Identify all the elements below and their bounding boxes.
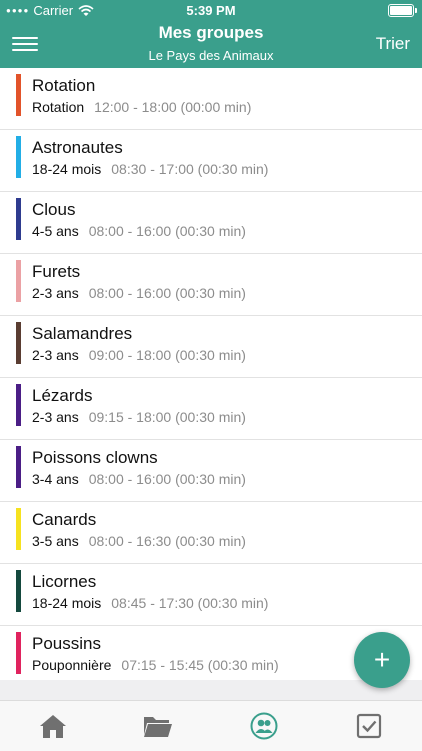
group-age: 2-3 ans — [32, 347, 79, 363]
group-details: Pouponnière 07:15 - 15:45 (00:30 min) — [32, 657, 279, 673]
group-row[interactable]: Licornes 18-24 mois 08:45 - 17:30 (00:30 m… — [0, 564, 422, 626]
group-age: 18-24 mois — [32, 595, 101, 611]
group-name: Poissons clowns — [32, 448, 158, 468]
group-schedule: 08:00 - 16:30 (00:30 min) — [89, 533, 246, 549]
group-schedule: 08:00 - 16:00 (00:30 min) — [89, 223, 246, 239]
group-age: 18-24 mois — [32, 161, 101, 177]
group-schedule: 07:15 - 15:45 (00:30 min) — [121, 657, 278, 673]
group-details: 2-3 ans 08:00 - 16:00 (00:30 min) — [32, 285, 246, 301]
list-footer-spacer — [0, 680, 422, 700]
tab-home[interactable] — [0, 701, 106, 751]
group-color-bar — [16, 446, 21, 488]
group-row[interactable]: Salamandres 2-3 ans 09:00 - 18:00 (00:30 m… — [0, 316, 422, 378]
group-schedule: 12:00 - 18:00 (00:00 min) — [94, 99, 251, 115]
group-schedule: 09:00 - 18:00 (00:30 min) — [89, 347, 246, 363]
group-name: Canards — [32, 510, 96, 530]
group-color-bar — [16, 260, 21, 302]
group-age: 3-5 ans — [32, 533, 79, 549]
group-details: 2-3 ans 09:00 - 18:00 (00:30 min) — [32, 347, 246, 363]
page-title: Mes groupes — [0, 23, 422, 43]
group-schedule: 08:45 - 17:30 (00:30 min) — [111, 595, 268, 611]
group-schedule: 08:00 - 16:00 (00:30 min) — [89, 285, 246, 301]
group-age: 2-3 ans — [32, 409, 79, 425]
group-color-bar — [16, 384, 21, 426]
group-color-bar — [16, 74, 21, 116]
group-color-bar — [16, 570, 21, 612]
add-group-button[interactable]: + — [354, 632, 410, 688]
group-age: Pouponnière — [32, 657, 111, 673]
group-row[interactable]: Clous 4-5 ans 08:00 - 16:00 (00:30 min) — [0, 192, 422, 254]
group-name: Salamandres — [32, 324, 132, 344]
group-details: 4-5 ans 08:00 - 16:00 (00:30 min) — [32, 223, 246, 239]
group-schedule: 09:15 - 18:00 (00:30 min) — [89, 409, 246, 425]
group-age: 3-4 ans — [32, 471, 79, 487]
group-name: Astronautes — [32, 138, 123, 158]
group-color-bar — [16, 508, 21, 550]
group-row[interactable]: Lézards 2-3 ans 09:15 - 18:00 (00:30 min) — [0, 378, 422, 440]
group-color-bar — [16, 198, 21, 240]
group-schedule: 08:30 - 17:00 (00:30 min) — [111, 161, 268, 177]
status-time: 5:39 PM — [0, 3, 422, 18]
group-details: 3-5 ans 08:00 - 16:30 (00:30 min) — [32, 533, 246, 549]
tab-groups[interactable] — [211, 701, 317, 751]
group-color-bar — [16, 322, 21, 364]
group-name: Clous — [32, 200, 75, 220]
tab-bar — [0, 700, 422, 751]
checkbox-icon — [356, 713, 382, 739]
tab-documents[interactable] — [106, 701, 212, 751]
group-name: Lézards — [32, 386, 92, 406]
page-subtitle: Le Pays des Animaux — [0, 48, 422, 63]
app-header: ●●●● Carrier 5:39 PM Mes groupes Le Pays… — [0, 0, 422, 68]
group-name: Furets — [32, 262, 80, 282]
sort-button[interactable]: Trier — [376, 34, 410, 54]
group-row[interactable]: Rotation Rotation 12:00 - 18:00 (00:00 min… — [0, 68, 422, 130]
group-age: 2-3 ans — [32, 285, 79, 301]
group-row[interactable]: Poissons clowns 3-4 ans 08:00 - 16:00 (00:… — [0, 440, 422, 502]
group-name: Licornes — [32, 572, 96, 592]
group-color-bar — [16, 632, 21, 674]
group-name: Rotation — [32, 76, 95, 96]
tab-tasks[interactable] — [317, 701, 422, 751]
home-icon — [39, 713, 67, 739]
group-list: Rotation Rotation 12:00 - 18:00 (00:00 min… — [0, 68, 422, 688]
group-name: Poussins — [32, 634, 101, 654]
group-age: Rotation — [32, 99, 84, 115]
group-details: Rotation 12:00 - 18:00 (00:00 min) — [32, 99, 251, 115]
folder-icon — [143, 714, 173, 738]
group-schedule: 08:00 - 16:00 (00:30 min) — [89, 471, 246, 487]
group-row[interactable]: Furets 2-3 ans 08:00 - 16:00 (00:30 min) — [0, 254, 422, 316]
group-age: 4-5 ans — [32, 223, 79, 239]
group-details: 18-24 mois 08:30 - 17:00 (00:30 min) — [32, 161, 268, 177]
group-details: 18-24 mois 08:45 - 17:30 (00:30 min) — [32, 595, 268, 611]
group-details: 3-4 ans 08:00 - 16:00 (00:30 min) — [32, 471, 246, 487]
group-row[interactable]: Canards 3-5 ans 08:00 - 16:30 (00:30 min) — [0, 502, 422, 564]
status-bar: ●●●● Carrier 5:39 PM — [0, 0, 422, 20]
battery-icon — [388, 4, 414, 17]
group-row[interactable]: Astronautes 18-24 mois 08:30 - 17:00 (00:3… — [0, 130, 422, 192]
group-color-bar — [16, 136, 21, 178]
group-details: 2-3 ans 09:15 - 18:00 (00:30 min) — [32, 409, 246, 425]
groups-icon — [250, 712, 278, 740]
